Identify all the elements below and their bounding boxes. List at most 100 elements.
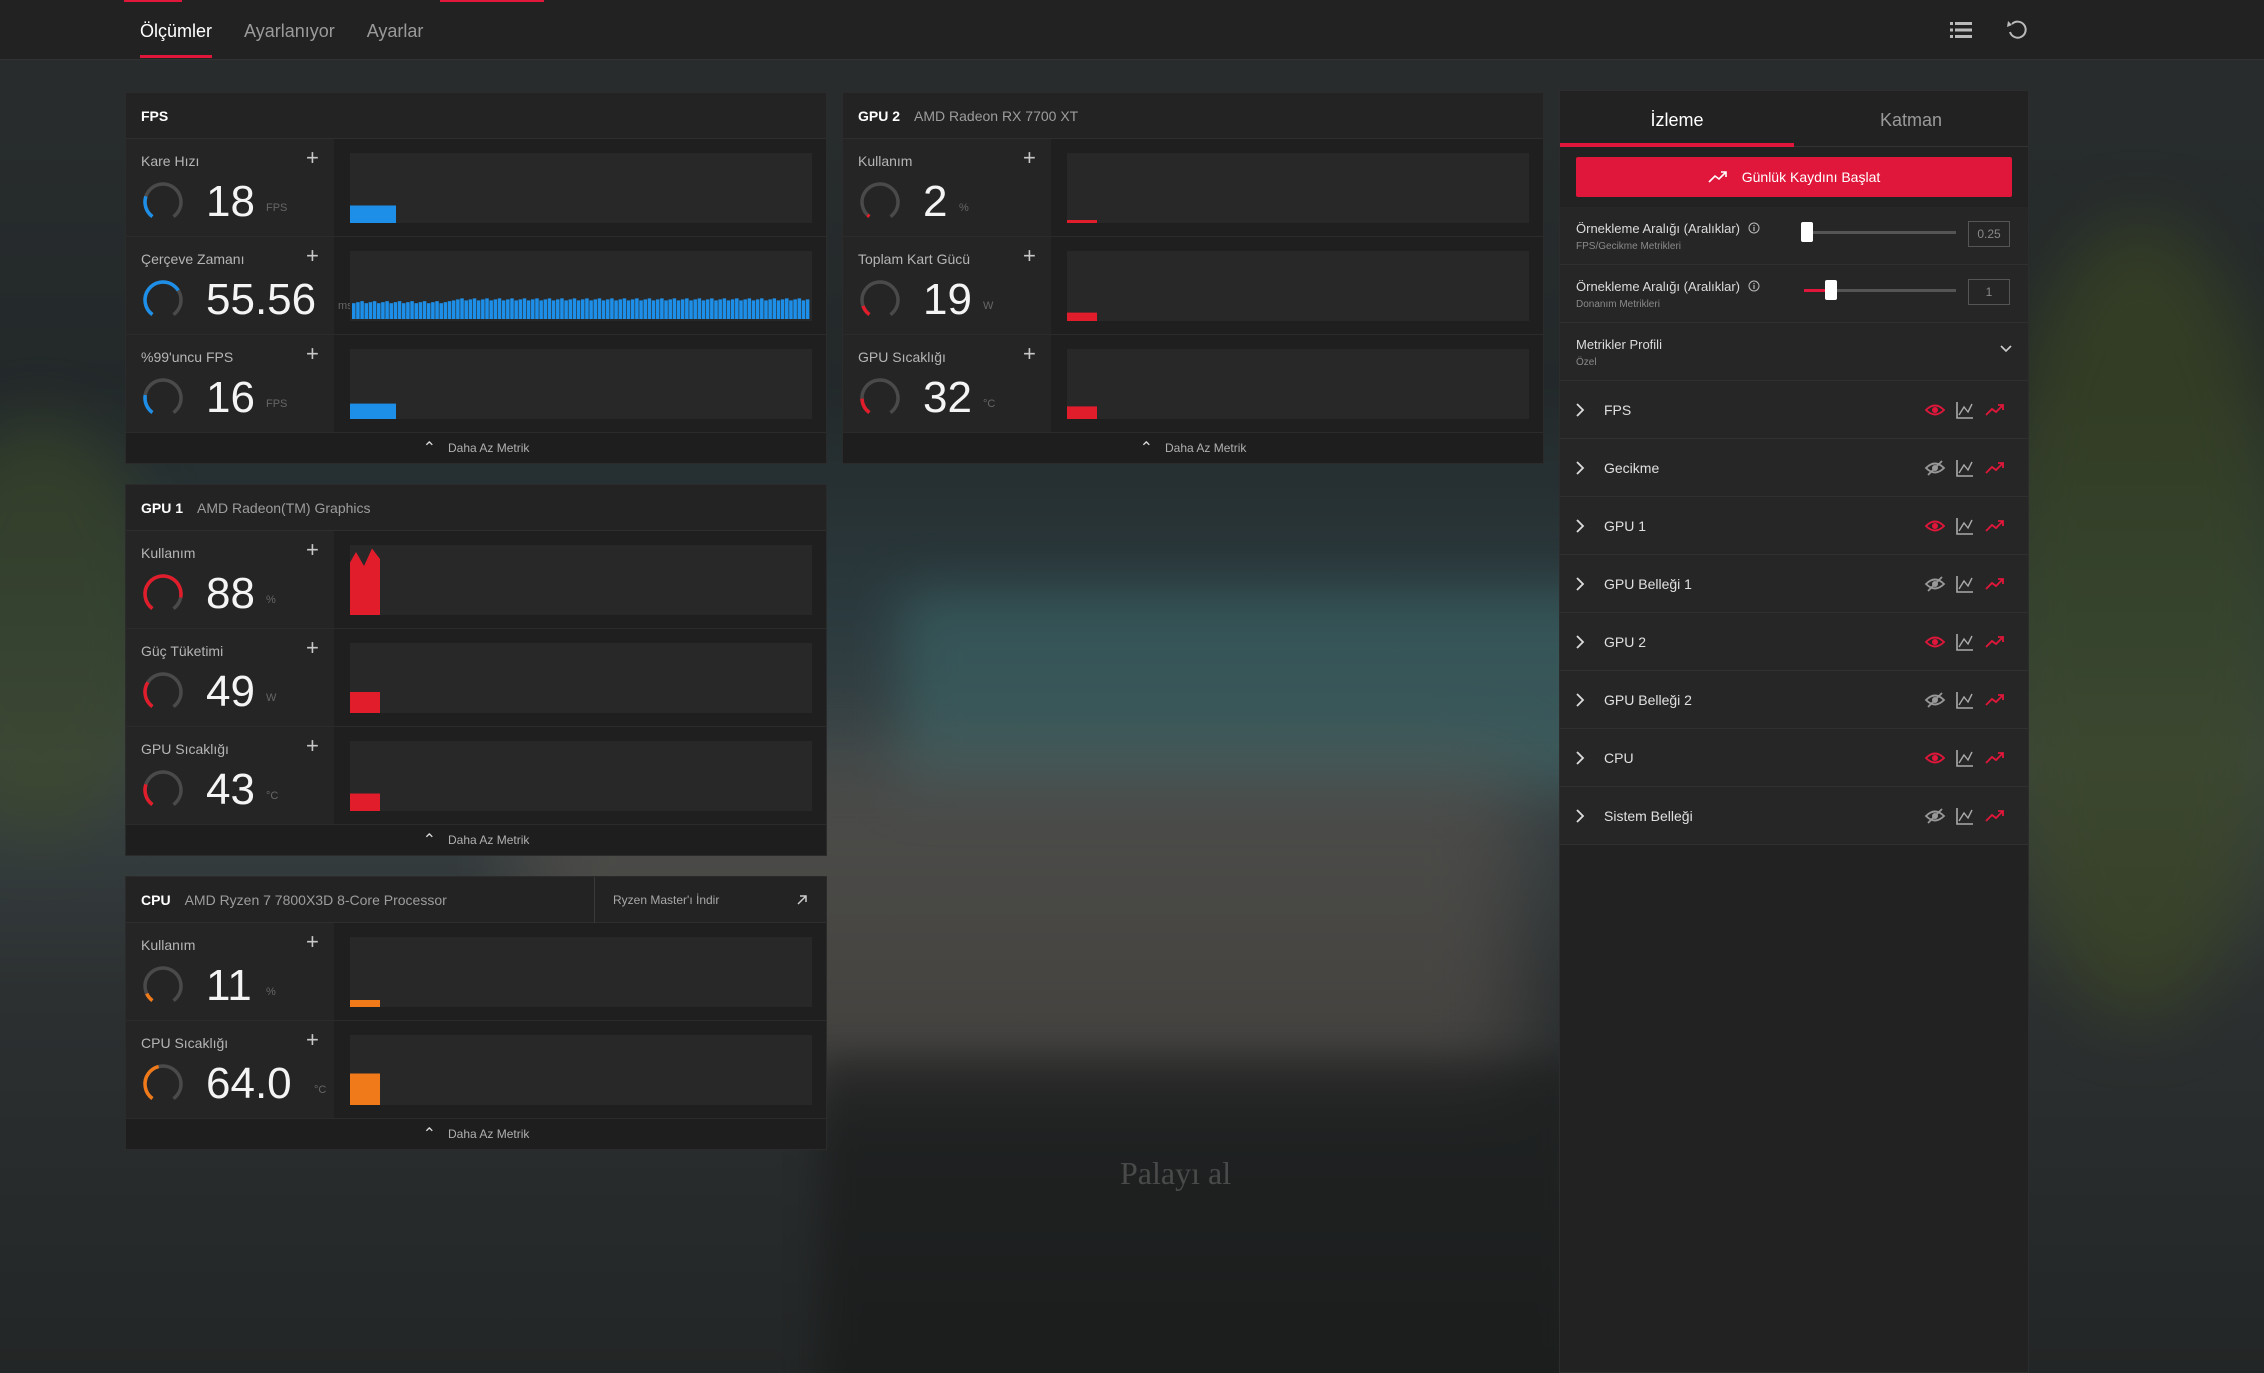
metric-gauge (143, 182, 183, 222)
metric-row: GPU Sıcaklığı + 32 °C (843, 335, 1543, 433)
tab-overlay[interactable]: Katman (1794, 91, 2028, 146)
tab-measurements[interactable]: Ölçümler (140, 0, 213, 60)
info-icon[interactable] (1748, 222, 1760, 234)
graph-icon[interactable] (1954, 515, 1976, 537)
history-bar (376, 303, 381, 319)
metric-group-row[interactable]: FPS (1560, 381, 2028, 439)
chevron-right-icon (1576, 577, 1585, 591)
add-icon[interactable]: + (306, 929, 319, 955)
metric-value: 2 (923, 177, 948, 226)
graph-icon[interactable] (1954, 631, 1976, 653)
graph-icon[interactable] (1954, 805, 1976, 827)
trend-up-icon[interactable] (1984, 515, 2006, 537)
graph-icon[interactable] (1954, 457, 1976, 479)
history-bar (531, 299, 535, 319)
add-icon[interactable]: + (306, 1027, 319, 1053)
sampling-slider[interactable] (1804, 280, 1956, 300)
history-bar (418, 302, 423, 319)
history-bar (547, 298, 552, 319)
add-icon[interactable]: + (1023, 243, 1036, 269)
metric-history-chart (1067, 251, 1529, 321)
add-icon[interactable]: + (306, 145, 319, 171)
sampling-slider[interactable] (1801, 222, 1956, 242)
trend-up-icon[interactable] (1984, 573, 2006, 595)
tab-settings[interactable]: Ayarlar (367, 0, 424, 60)
panel-title: GPU 1 (141, 499, 184, 516)
metric-group-row[interactable]: CPU (1560, 729, 2028, 787)
trend-up-icon (1708, 171, 1727, 183)
graph-icon[interactable] (1954, 747, 1976, 769)
eye-hidden-icon[interactable] (1924, 689, 1946, 711)
history-area (350, 548, 380, 615)
eye-icon[interactable] (1924, 399, 1946, 421)
history-bar (668, 299, 672, 319)
eye-icon[interactable] (1924, 747, 1946, 769)
history-bar (751, 300, 756, 319)
slider-thumb[interactable] (1801, 222, 1814, 242)
add-icon[interactable]: + (1023, 145, 1036, 171)
tab-monitoring[interactable]: İzleme (1560, 91, 1794, 147)
history-bar (655, 299, 660, 319)
less-metrics-button[interactable]: ⌃ Daha Az Metrik (126, 825, 826, 855)
tab-tuning[interactable]: Ayarlanıyor (244, 0, 335, 60)
history-bar (1067, 406, 1097, 419)
history-bar (439, 303, 443, 319)
history-bar (730, 299, 735, 319)
less-metrics-button[interactable]: ⌃ Daha Az Metrik (126, 433, 826, 463)
less-metrics-button[interactable]: ⌃ Daha Az Metrik (126, 1119, 826, 1149)
trend-up-icon[interactable] (1984, 631, 2006, 653)
trend-up-icon[interactable] (1984, 457, 2006, 479)
history-bar (601, 300, 606, 319)
add-icon[interactable]: + (306, 243, 319, 269)
add-icon[interactable]: + (306, 733, 319, 759)
eye-hidden-icon[interactable] (1924, 805, 1946, 827)
metric-group-row[interactable]: GPU Belleği 2 (1560, 671, 2028, 729)
metric-group-row[interactable]: GPU Belleği 1 (1560, 555, 2028, 613)
metric-group-row[interactable]: Sistem Belleği (1560, 787, 2028, 845)
add-icon[interactable]: + (1023, 341, 1036, 367)
metric-group-row[interactable]: GPU 1 (1560, 497, 2028, 555)
sampling-subtitle: FPS/Gecikme Metrikleri (1576, 241, 1682, 252)
add-icon[interactable]: + (306, 635, 319, 661)
history-bar (372, 301, 377, 319)
history-bar (772, 298, 777, 319)
metric-group-row[interactable]: GPU 2 (1560, 613, 2028, 671)
sampling-value-input[interactable]: 1 (1968, 279, 2010, 305)
trend-up-icon[interactable] (1984, 805, 2006, 827)
graph-icon[interactable] (1954, 689, 1976, 711)
eye-icon[interactable] (1924, 515, 1946, 537)
metric-group-name: GPU 1 (1604, 518, 1647, 534)
sampling-value-input[interactable]: 0.25 (1968, 221, 2010, 247)
history-bar (747, 298, 752, 319)
eye-hidden-icon[interactable] (1924, 573, 1946, 595)
metrics-profile-dropdown[interactable]: Metrikler Profili Özel (1560, 323, 2028, 381)
start-logging-button[interactable]: Günlük Kaydını Başlat (1576, 157, 2012, 197)
eye-icon[interactable] (1924, 631, 1946, 653)
trend-up-icon[interactable] (1984, 689, 2006, 711)
eye-hidden-icon[interactable] (1924, 457, 1946, 479)
metric-gauge (860, 378, 900, 418)
history-bar (352, 303, 356, 319)
trend-up-icon[interactable] (1984, 399, 2006, 421)
add-icon[interactable]: + (306, 341, 319, 367)
info-icon[interactable] (1748, 280, 1760, 292)
history-bar (543, 299, 548, 319)
less-metrics-button[interactable]: ⌃ Daha Az Metrik (843, 433, 1543, 463)
chevron-right-icon (1576, 635, 1585, 649)
list-icon[interactable] (1948, 18, 1974, 42)
graph-icon[interactable] (1954, 573, 1976, 595)
metric-row: GPU Sıcaklığı + 43 °C (126, 727, 826, 825)
slider-thumb[interactable] (1825, 280, 1838, 300)
graph-icon[interactable] (1954, 399, 1976, 421)
download-ryzen-master-button[interactable]: Ryzen Master'ı İndir (594, 877, 826, 923)
metric-unit: FPS (266, 202, 288, 214)
history-bar (510, 298, 514, 319)
trend-up-icon[interactable] (1984, 747, 2006, 769)
metric-group-row[interactable]: Gecikme (1560, 439, 2028, 497)
history-bar (614, 300, 618, 319)
add-icon[interactable]: + (306, 537, 319, 563)
accent-strip (440, 0, 544, 2)
history-bar (589, 300, 593, 319)
panel-subtitle: AMD Radeon(TM) Graphics (197, 499, 371, 516)
reset-icon[interactable] (2004, 18, 2030, 42)
